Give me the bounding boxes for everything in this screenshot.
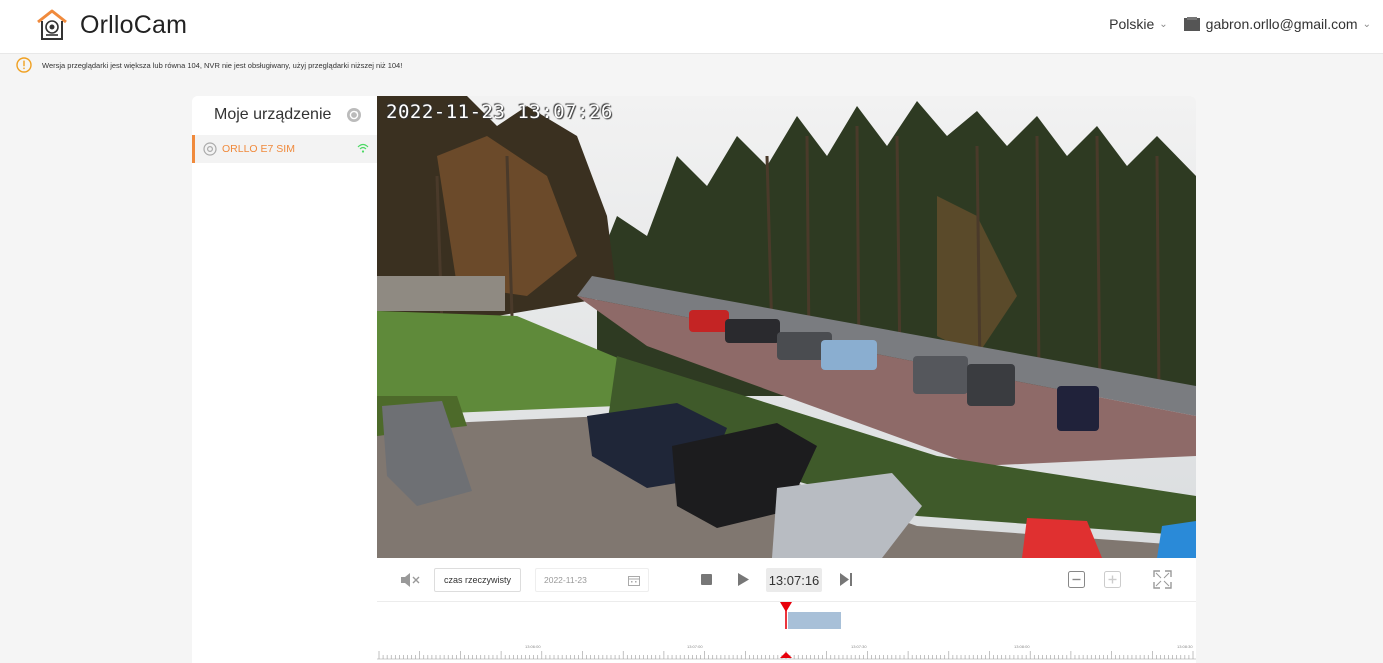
date-value: 2022-11-23 — [544, 575, 587, 585]
realtime-mode-button[interactable]: czas rzeczywisty — [434, 568, 521, 592]
top-bar: OrlloCam Polskie ⌄ gabron.orllo@gmail.co… — [0, 0, 1383, 54]
warning-icon — [16, 57, 32, 73]
device-sidebar: Moje urządzenie ORLLO E7 SIM — [192, 96, 377, 663]
timeline-track — [377, 602, 1196, 660]
app-logo[interactable]: OrlloCam — [34, 8, 187, 42]
language-label: Polskie — [1109, 16, 1155, 32]
device-label: ORLLO E7 SIM — [222, 143, 295, 155]
camera-video[interactable]: 2022-11-23 13:07:26 — [377, 96, 1196, 558]
video-timestamp-overlay: 2022-11-23 13:07:26 — [386, 101, 613, 123]
user-avatar-icon — [1183, 17, 1200, 31]
app-name: OrlloCam — [80, 10, 188, 39]
skip-next-icon[interactable] — [840, 573, 852, 586]
user-email: gabron.orllo@gmail.com — [1205, 16, 1358, 32]
recorded-segment — [788, 612, 841, 629]
calendar-icon — [628, 576, 640, 586]
date-picker-input[interactable]: 2022-11-23 — [535, 568, 649, 592]
playback-controls: czas rzeczywisty 2022-11-23 13:07:16 — [377, 558, 1196, 602]
timeline-tick-label: 13:08:00 — [1014, 644, 1030, 649]
refresh-icon[interactable] — [346, 107, 362, 123]
realtime-mode-label: czas rzeczywisty — [443, 575, 511, 585]
zoom-out-icon[interactable] — [1068, 571, 1085, 588]
chevron-down-icon: ⌄ — [1159, 18, 1168, 30]
sidebar-title: Moje urządzenie — [214, 106, 332, 123]
device-item[interactable]: ORLLO E7 SIM — [192, 135, 377, 163]
timeline-tick-label: 13:07:30 — [851, 644, 867, 649]
stop-icon[interactable] — [701, 574, 712, 585]
current-time-value: 13:07:16 — [768, 572, 820, 588]
timeline-tick-label: 13:06:00 — [525, 644, 541, 649]
camera-icon — [203, 142, 217, 156]
language-selector[interactable]: Polskie ⌄ — [1109, 16, 1168, 32]
chevron-down-icon: ⌄ — [1362, 18, 1371, 30]
logo-house-icon — [37, 9, 67, 40]
play-icon[interactable] — [737, 573, 749, 586]
warning-text: Wersja przeglądarki jest większa lub rów… — [42, 60, 403, 70]
user-menu[interactable]: gabron.orllo@gmail.com ⌄ — [1183, 16, 1371, 32]
current-time-display: 13:07:16 — [766, 568, 822, 592]
playback-timeline[interactable]: 13:06:00 13:07:00 13:07:30 13:08:00 13:0… — [377, 602, 1196, 663]
fullscreen-icon[interactable] — [1153, 570, 1172, 589]
camera-feed-image — [377, 96, 1196, 558]
zoom-in-icon[interactable] — [1104, 571, 1121, 588]
main-panel: Moje urządzenie ORLLO E7 SIM 2022-11-23 … — [192, 96, 1196, 663]
wifi-icon — [357, 143, 369, 153]
timeline-tick-label: 13:08:30 — [1177, 644, 1193, 649]
timeline-tick-label: 13:07:00 — [687, 644, 703, 649]
browser-warning: Wersja przeglądarki jest większa lub rów… — [16, 57, 402, 73]
mute-icon[interactable] — [400, 572, 420, 588]
